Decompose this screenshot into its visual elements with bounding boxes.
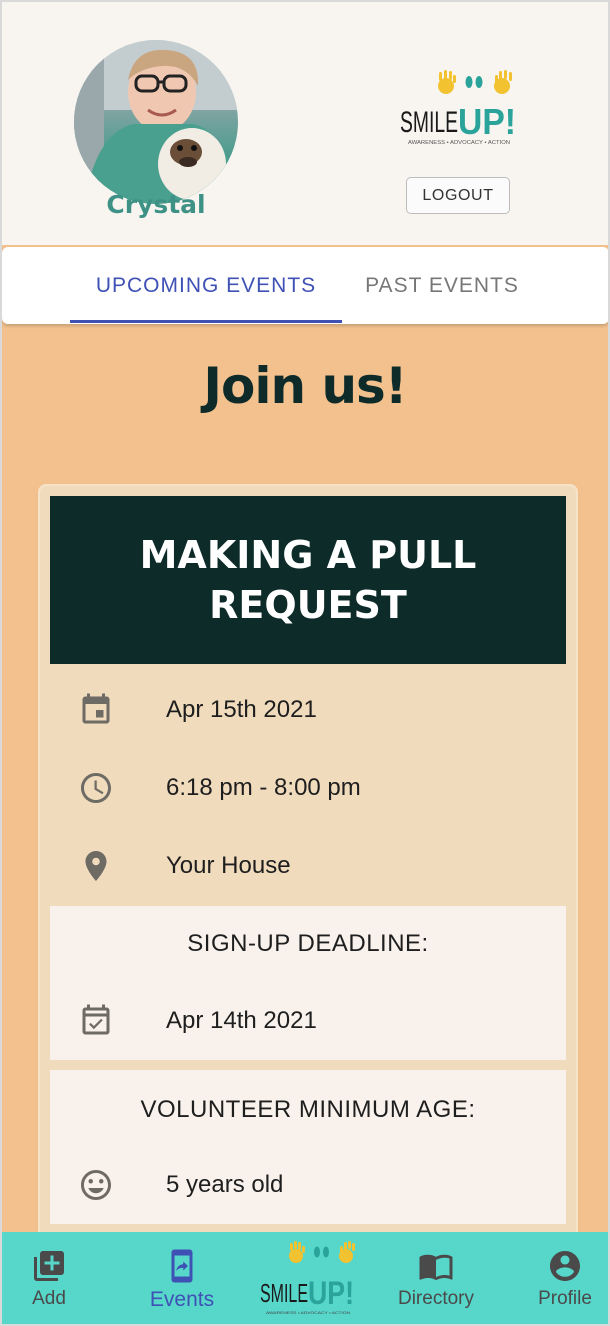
min-age-row: 5 years old	[50, 1160, 566, 1210]
nav-profile-label: Profile	[538, 1288, 592, 1309]
min-age-box: VOLUNTEER MINIMUM AGE: 5 years old	[50, 1070, 566, 1224]
account-circle-icon	[547, 1248, 583, 1284]
profile-header: Crystal SMILE UP! AWARENESS • ADVOCACY •…	[2, 2, 608, 245]
page-heading: Join us!	[203, 357, 407, 415]
event-date: Apr 15th 2021	[166, 696, 317, 723]
event-card[interactable]: MAKING A PULL REQUEST Apr 15th 2021 6:18…	[40, 486, 576, 1236]
signup-deadline-heading: SIGN-UP DEADLINE:	[187, 930, 429, 957]
svg-text:SMILE: SMILE	[260, 1278, 308, 1308]
app-frame: Crystal SMILE UP! AWARENESS • ADVOCACY •…	[0, 0, 610, 1326]
nav-directory-label: Directory	[397, 1288, 474, 1309]
logo-tagline: AWARENESS • ADVOCACY • ACTION	[408, 140, 510, 146]
event-available-icon	[78, 1003, 114, 1039]
nav-smileup-logo[interactable]: SMILE UP! AWARENESS • ADVOCACY • ACTION	[256, 1240, 360, 1320]
logo-text-up: UP!	[458, 101, 516, 142]
signup-deadline-row: Apr 14th 2021	[50, 996, 566, 1046]
signup-deadline-date: Apr 14th 2021	[166, 1007, 317, 1034]
clock-icon	[78, 770, 114, 806]
logout-button[interactable]: LOGOUT	[406, 177, 510, 214]
smiley-face-icon	[78, 1167, 114, 1203]
avatar[interactable]	[74, 40, 238, 204]
smileup-logo: SMILE UP! AWARENESS • ADVOCACY • ACTION	[394, 70, 524, 150]
nav-add[interactable]: Add	[14, 1232, 84, 1324]
svg-text:UP!: UP!	[308, 1275, 354, 1311]
svg-text:AWARENESS • ADVOCACY • ACTION: AWARENESS • ADVOCACY • ACTION	[266, 1310, 350, 1315]
bottom-navigation: Add Events SMILE UP! AWARENESS • ADVOCAC…	[2, 1232, 608, 1324]
tab-upcoming-events[interactable]: UPCOMING EVENTS	[70, 247, 342, 324]
nav-events[interactable]: Events	[132, 1232, 232, 1324]
event-location-row: Your House	[50, 841, 566, 891]
event-time-row: 6:18 pm - 8:00 pm	[50, 763, 566, 813]
add-box-icon	[31, 1248, 67, 1284]
event-tabs: UPCOMING EVENTS PAST EVENTS	[2, 247, 608, 324]
user-name: Crystal	[106, 190, 206, 219]
avatar-photo	[74, 40, 238, 204]
event-title-banner: MAKING A PULL REQUEST	[50, 496, 566, 664]
location-pin-icon	[78, 848, 114, 884]
event-title: MAKING A PULL REQUEST	[139, 533, 477, 627]
event-date-row: Apr 15th 2021	[50, 685, 566, 735]
nav-profile[interactable]: Profile	[530, 1232, 600, 1324]
event-location: Your House	[166, 852, 291, 879]
book-icon	[418, 1248, 454, 1284]
active-tab-indicator	[70, 320, 342, 323]
nav-directory[interactable]: Directory	[386, 1232, 486, 1324]
calendar-icon	[78, 692, 114, 728]
event-time: 6:18 pm - 8:00 pm	[166, 774, 361, 801]
min-age-heading: VOLUNTEER MINIMUM AGE:	[140, 1096, 476, 1123]
logo-text-smile: SMILE	[400, 106, 458, 139]
signup-deadline-box: SIGN-UP DEADLINE: Apr 14th 2021	[50, 906, 566, 1060]
tab-past-events[interactable]: PAST EVENTS	[342, 247, 542, 324]
nav-add-label: Add	[32, 1288, 66, 1309]
yellow-hand-icon	[438, 70, 512, 94]
nav-events-label: Events	[149, 1288, 215, 1311]
min-age-value: 5 years old	[166, 1171, 284, 1198]
event-entry-icon	[164, 1248, 200, 1284]
